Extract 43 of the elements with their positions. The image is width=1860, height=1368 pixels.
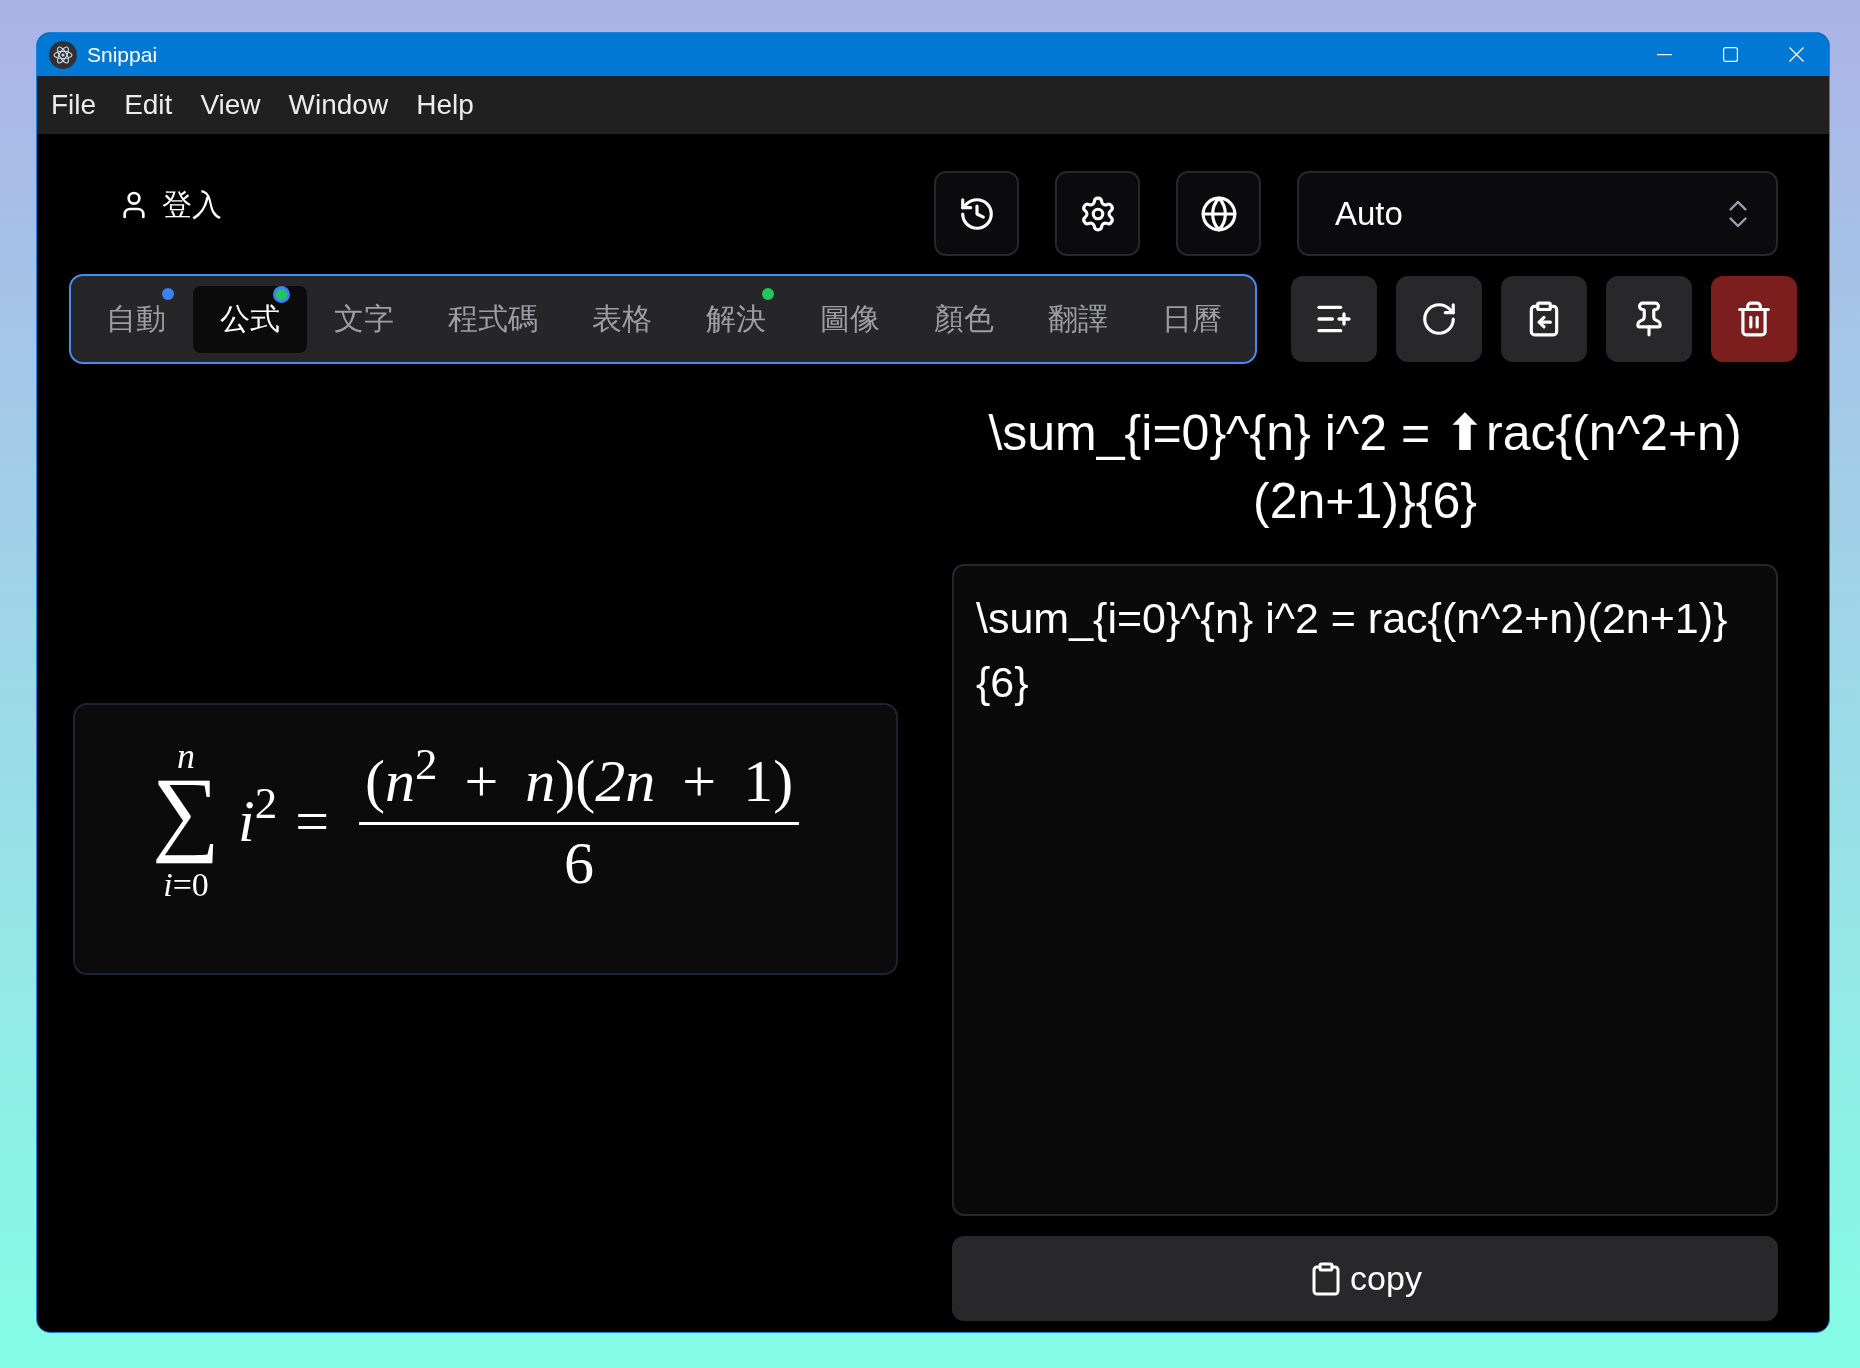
atom-logo-icon bbox=[49, 40, 77, 69]
equals-sign: = bbox=[295, 790, 329, 851]
globe-icon bbox=[1199, 194, 1238, 233]
mode-tab[interactable]: 文字 bbox=[307, 285, 421, 353]
mode-tab[interactable]: 公式 bbox=[193, 285, 307, 353]
mode-tab[interactable]: 表格 bbox=[565, 285, 679, 353]
paste-button[interactable] bbox=[1501, 276, 1587, 362]
language-button[interactable] bbox=[1176, 171, 1261, 256]
menu-item[interactable]: File bbox=[37, 91, 111, 119]
mode-tab[interactable]: 自動 bbox=[79, 285, 193, 353]
menu-item[interactable]: Edit bbox=[110, 91, 187, 119]
maximize-icon bbox=[1722, 47, 1738, 62]
login-button[interactable]: 登入 bbox=[118, 182, 222, 227]
history-button[interactable] bbox=[934, 171, 1019, 256]
mode-tab[interactable]: 翻譯 bbox=[1021, 285, 1135, 353]
minimize-icon bbox=[1656, 53, 1672, 56]
sum-lower-limit: i=0 bbox=[163, 869, 209, 900]
close-icon bbox=[1788, 47, 1804, 62]
mode-tab[interactable]: 解決 bbox=[679, 285, 793, 353]
latex-text-field[interactable]: \sum_{i=0}^{n} i^2 = rac{(n^2+n)(2n+1)}{6} bbox=[952, 564, 1778, 1216]
window-title: Snippai bbox=[87, 41, 158, 68]
mode-tab[interactable]: 程式碼 bbox=[421, 285, 565, 353]
copy-button[interactable]: copy bbox=[952, 1236, 1778, 1321]
recognized-latex-text: \sum_{i=0}^{n} i^2 = ⬆rac{(n^2+n)(2n+1)}{6} bbox=[987, 404, 1743, 531]
add-lines-button[interactable] bbox=[1291, 276, 1377, 362]
mode-tab[interactable]: 日曆 bbox=[1135, 285, 1249, 353]
fraction-denominator: 6 bbox=[564, 833, 595, 893]
menu-item[interactable]: Help bbox=[402, 91, 488, 119]
menu-item[interactable]: Window bbox=[274, 91, 403, 119]
menu-item[interactable]: View bbox=[186, 91, 275, 119]
mode-select[interactable]: Auto bbox=[1297, 171, 1778, 256]
settings-button[interactable] bbox=[1055, 171, 1140, 256]
delete-button[interactable] bbox=[1711, 276, 1797, 362]
mode-tab[interactable]: 圖像 bbox=[793, 285, 907, 353]
fraction-numerator: (n$^{2}$ + n)(2n + 1) bbox=[364, 748, 795, 814]
refresh-icon bbox=[1420, 300, 1458, 338]
mode-tab[interactable]: 顏色 bbox=[907, 285, 1021, 353]
trash-icon bbox=[1735, 300, 1773, 338]
sum-upper-limit: n bbox=[177, 741, 195, 770]
summation-sign: ∑ bbox=[152, 775, 220, 864]
refresh-button[interactable] bbox=[1396, 276, 1482, 362]
pin-button[interactable] bbox=[1606, 276, 1692, 362]
summand-text: i$^{2}$ bbox=[238, 790, 278, 851]
